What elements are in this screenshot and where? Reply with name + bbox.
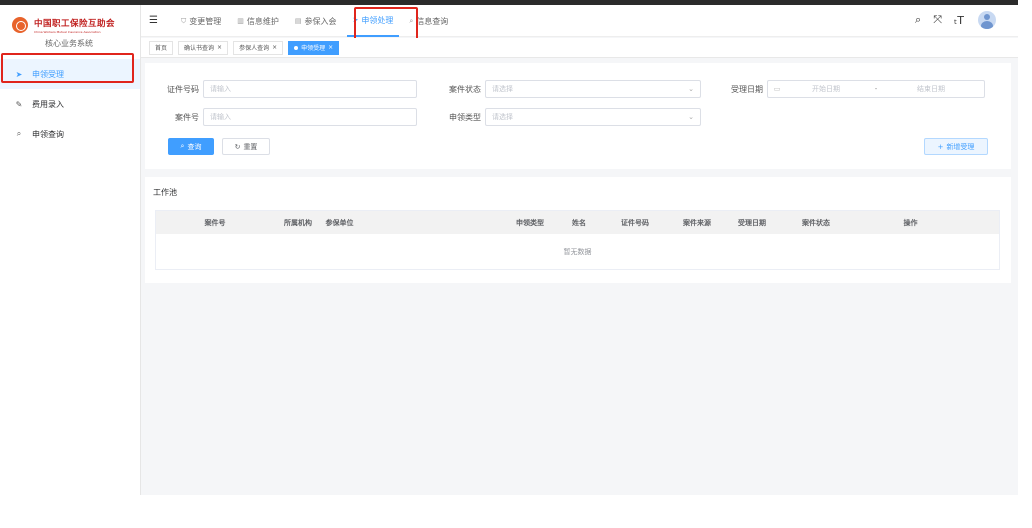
column-header: 受理日期 [738, 218, 766, 227]
close-icon[interactable]: × [328, 44, 333, 51]
column-header: 所属机构 [284, 218, 312, 227]
highlight-box-sidebar [1, 53, 134, 83]
column-header: 申领类型 [516, 218, 544, 227]
case-status-label: 案件状态 [449, 84, 481, 94]
system-name: 核心业务系统 [45, 39, 93, 48]
column-header: 案件状态 [802, 218, 830, 227]
accept-date-range[interactable]: ▭ 开始日期 - 结束日期 [767, 80, 985, 98]
column-header: 操作 [903, 218, 918, 227]
chart-icon: ▥ [237, 17, 244, 25]
accept-date-label: 受理日期 [731, 84, 763, 94]
plus-icon: + [937, 142, 944, 151]
claim-type-select[interactable]: 请选择 ⌄ [485, 108, 701, 126]
query-button[interactable]: ⌕ 查询 [168, 138, 214, 155]
sidebar-item-label: 费用录入 [32, 99, 64, 109]
navbar-tools: ⌕ ⤧ ₜT [903, 11, 996, 29]
claim-type-label: 申领类型 [449, 112, 481, 122]
column-header: 案件来源 [683, 218, 711, 227]
logo-emblem-icon [12, 17, 28, 33]
sidebar: 中国职工保险互助会 China Workers Mutual Insurance… [0, 5, 141, 495]
document-icon: ▤ [294, 17, 302, 25]
active-dot-icon [294, 45, 299, 50]
column-header: 证件号码 [621, 218, 649, 227]
cert-no-label: 证件号码 [167, 84, 199, 94]
app-root: 中国职工保险互助会 China Workers Mutual Insurance… [0, 5, 1018, 495]
search-form: 证件号码 请输入 案件状态 请选择 ⌄ 受理日期 ▭ 开始日期 - 结束日期 案… [145, 63, 1011, 169]
nav-enrollment[interactable]: ▤ 参保入会 [289, 5, 343, 37]
logo: 中国职工保险互助会 China Workers Mutual Insurance… [12, 17, 116, 34]
main-area: ☰ ⛉ 变更管理 ▥ 信息维护 ▤ 参保入会 ➤ 申领处理 ⌕ 信息查询 ⌕ ⤧… [141, 5, 1018, 495]
logo-subtitle: China Workers Mutual Insurance Associati… [34, 29, 101, 34]
logo-title: 中国职工保险互助会 [34, 18, 116, 29]
chevron-down-icon: ⌄ [688, 85, 694, 93]
column-header: 参保单位 [325, 218, 354, 227]
close-icon[interactable]: × [217, 44, 222, 51]
sidebar-item-label: 申领查询 [32, 129, 64, 139]
avatar[interactable] [978, 11, 996, 29]
work-pool-title: 工作池 [153, 188, 177, 197]
calendar-icon: ▭ [773, 85, 781, 93]
column-header: 案件号 [204, 218, 226, 227]
menu-toggle-icon[interactable]: ☰ [149, 15, 158, 26]
tags-view: 首页 确认书查询 × 参保人查询 × 申领受理 × [141, 38, 1018, 58]
reset-button[interactable]: ↻ 重置 [222, 138, 270, 155]
search-icon: ⌕ [180, 142, 185, 150]
edit-icon: ✎ [15, 99, 23, 109]
chevron-down-icon: ⌄ [688, 113, 694, 121]
search-icon: ⌕ [16, 129, 22, 138]
case-status-select[interactable]: 请选择 ⌄ [485, 80, 701, 98]
refresh-icon: ↻ [234, 142, 241, 151]
shield-icon: ⛉ [181, 16, 187, 25]
work-pool-card: 工作池 案件号 所属机构 参保单位 申领类型 姓名 证件号码 案件来源 受理日期… [145, 177, 1011, 283]
empty-state: 暂无数据 [563, 247, 592, 256]
cert-no-input[interactable]: 请输入 [203, 80, 417, 98]
case-no-label: 案件号 [175, 112, 199, 122]
sidebar-item-fee-entry[interactable]: ✎ 费用录入 [0, 89, 140, 119]
font-size-icon[interactable]: ₜT [954, 14, 964, 27]
tag-home[interactable]: 首页 [149, 40, 174, 55]
tag-insured-query[interactable]: 参保人查询 × [233, 40, 284, 55]
tag-claim-accept[interactable]: 申领受理 × [288, 40, 340, 55]
close-icon[interactable]: × [272, 44, 277, 51]
tag-confirmation-query[interactable]: 确认书查询 × [178, 40, 229, 55]
nav-info-maintenance[interactable]: ▥ 信息维护 [231, 5, 285, 37]
sidebar-item-claim-query[interactable]: ⌕ 申领查询 [0, 119, 140, 149]
table-header: 案件号 所属机构 参保单位 申领类型 姓名 证件号码 案件来源 受理日期 案件状… [156, 211, 999, 234]
work-pool-table: 案件号 所属机构 参保单位 申领类型 姓名 证件号码 案件来源 受理日期 案件状… [155, 210, 1000, 270]
add-accept-button[interactable]: + 新增受理 [924, 138, 988, 155]
nav-change-management[interactable]: ⛉ 变更管理 [175, 5, 227, 37]
fullscreen-icon[interactable]: ⤧ [933, 13, 942, 27]
column-header: 姓名 [572, 218, 586, 227]
search-icon[interactable]: ⌕ [915, 13, 921, 27]
case-no-input[interactable]: 请输入 [203, 108, 417, 126]
top-navbar: ☰ ⛉ 变更管理 ▥ 信息维护 ▤ 参保入会 ➤ 申领处理 ⌕ 信息查询 ⌕ ⤧… [141, 5, 1018, 37]
